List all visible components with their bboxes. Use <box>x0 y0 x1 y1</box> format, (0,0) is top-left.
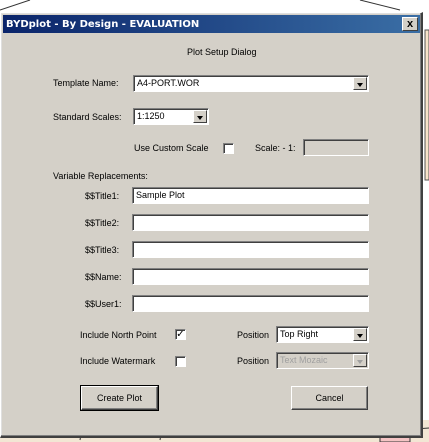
title3-input[interactable] <box>132 241 369 258</box>
window-title: BYDplot - By Design - EVALUATION <box>6 19 200 30</box>
watermark-position-chevron-down-icon[interactable] <box>353 354 367 367</box>
template-name-label: Template Name: <box>53 78 119 88</box>
close-button[interactable]: x <box>402 17 418 31</box>
title2-label: $$Title2: <box>85 218 120 228</box>
north-position-dropdown[interactable]: Top Right <box>276 326 369 343</box>
north-position-value: Top Right <box>280 329 319 339</box>
north-position-label: Position <box>237 330 270 340</box>
scale-input[interactable] <box>303 139 369 156</box>
standard-scales-dropdown[interactable]: 1:1250 <box>133 108 209 125</box>
dialog-heading: Plot Setup Dialog <box>187 47 257 57</box>
template-name-dropdown[interactable]: A4-PORT.WOR <box>133 75 369 92</box>
watermark-position-value: Text Mozaic <box>280 355 328 365</box>
name-label: $$Name: <box>85 272 122 282</box>
watermark-checkbox[interactable] <box>175 356 186 367</box>
watermark-position-label: Position <box>237 356 270 366</box>
title3-label: $$Title3: <box>85 245 120 255</box>
standard-scales-value: 1:1250 <box>137 111 165 121</box>
plot-setup-window: BYDplot - By Design - EVALUATION x Plot … <box>0 12 423 438</box>
variable-replacements-label: Variable Replacements: <box>53 171 148 181</box>
user1-input[interactable] <box>132 295 369 312</box>
user1-label: $$User1: <box>85 299 122 309</box>
standard-scales-label: Standard Scales: <box>53 112 122 122</box>
north-point-checkbox[interactable]: ✓ <box>175 329 186 340</box>
name-input[interactable] <box>132 268 369 285</box>
standard-scales-chevron-down-icon[interactable] <box>193 110 207 123</box>
north-position-chevron-down-icon[interactable] <box>353 328 367 341</box>
cancel-button[interactable]: Cancel <box>291 386 368 410</box>
custom-scale-label: Use Custom Scale <box>134 143 209 153</box>
template-name-value: A4-PORT.WOR <box>137 78 200 88</box>
title1-input[interactable]: Sample Plot <box>132 187 369 204</box>
create-plot-button[interactable]: Create Plot <box>80 385 159 411</box>
template-name-chevron-down-icon[interactable] <box>353 77 367 90</box>
north-point-label: Include North Point <box>80 330 157 340</box>
title-bar: BYDplot - By Design - EVALUATION x <box>3 15 420 33</box>
custom-scale-checkbox[interactable] <box>223 143 234 154</box>
title2-input[interactable] <box>132 214 369 231</box>
watermark-position-dropdown[interactable]: Text Mozaic <box>276 352 369 369</box>
title1-label: $$Title1: <box>85 191 120 201</box>
watermark-label: Include Watermark <box>80 356 156 366</box>
scale-label: Scale: - 1: <box>255 143 296 153</box>
